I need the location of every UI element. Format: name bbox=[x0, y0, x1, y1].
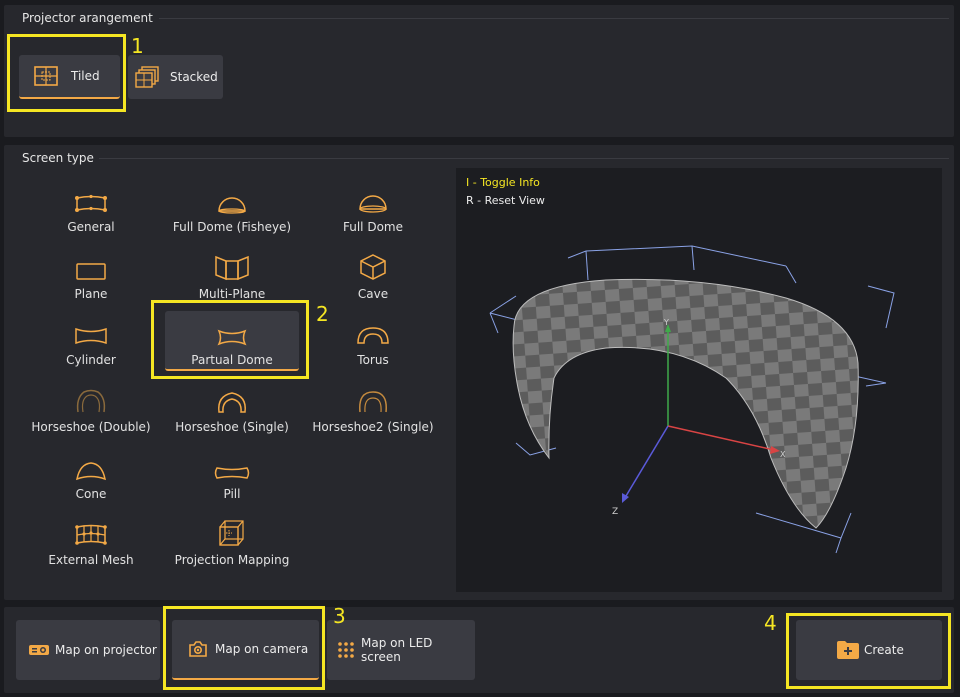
screen-type-general[interactable]: General bbox=[16, 184, 166, 244]
map-on-led-screen-label: Map on LED screen bbox=[361, 636, 433, 664]
led-grid-icon bbox=[337, 641, 355, 659]
screen-type-horseshoe-single[interactable]: Horseshoe (Single) bbox=[157, 384, 307, 444]
projection-mapping-icon bbox=[217, 517, 247, 547]
cylinder-icon bbox=[74, 317, 108, 347]
partial-dome-mesh bbox=[513, 279, 859, 528]
torus-icon bbox=[356, 317, 390, 347]
tiled-icon bbox=[33, 65, 59, 87]
screen-type-label: Cylinder bbox=[66, 353, 116, 367]
multi-plane-icon bbox=[214, 251, 250, 281]
screen-type-full-dome[interactable]: Full Dome bbox=[298, 184, 448, 244]
projector-arrangement-panel: Projector arangement Tiled Stacked bbox=[4, 5, 954, 137]
screen-type-label: Full Dome (Fisheye) bbox=[172, 220, 292, 234]
z-axis bbox=[625, 425, 669, 497]
title-divider bbox=[159, 18, 949, 19]
stacked-button[interactable]: Stacked bbox=[128, 55, 223, 99]
external-mesh-icon bbox=[74, 517, 108, 547]
screen-type-label: Multi-Plane bbox=[198, 287, 266, 301]
viewport-scene: Y X Z bbox=[489, 245, 895, 554]
screen-type-label: Horseshoe (Double) bbox=[31, 420, 151, 434]
x-axis bbox=[667, 425, 775, 451]
screen-type-torus[interactable]: Torus bbox=[298, 317, 448, 377]
tiled-button[interactable]: Tiled bbox=[19, 55, 120, 99]
map-on-projector-button[interactable]: Map on projector bbox=[16, 620, 160, 680]
screen-type-label: Horseshoe2 (Single) bbox=[312, 420, 434, 434]
screen-type-horseshoe-double[interactable]: Horseshoe (Double) bbox=[16, 384, 166, 444]
screen-type-label: Full Dome bbox=[343, 220, 403, 234]
map-on-projector-label: Map on projector bbox=[55, 643, 157, 657]
screen-type-label: Cave bbox=[357, 287, 389, 301]
screen-type-label: External Mesh bbox=[48, 553, 134, 567]
tiled-label: Tiled bbox=[71, 69, 100, 83]
partial-dome-icon bbox=[216, 317, 248, 347]
create-button[interactable]: Create bbox=[796, 620, 942, 680]
screen-type-cylinder[interactable]: Cylinder bbox=[16, 317, 166, 377]
axis-z-label: Z bbox=[612, 507, 618, 517]
horseshoe-single-icon bbox=[215, 384, 249, 414]
screen-type-label: Cone bbox=[75, 487, 107, 501]
stacked-label: Stacked bbox=[170, 70, 218, 84]
screen-type-projection-mapping[interactable]: Projection Mapping bbox=[157, 517, 307, 577]
camera-icon bbox=[188, 641, 208, 657]
plane-icon bbox=[75, 251, 107, 281]
create-label: Create bbox=[864, 643, 904, 657]
axis-x-label: X bbox=[780, 450, 786, 459]
screen-type-label: Plane bbox=[74, 287, 108, 301]
projector-arrangement-title: Projector arangement bbox=[22, 11, 153, 25]
axis-y-label: Y bbox=[663, 318, 669, 327]
screen-type-label: Projection Mapping bbox=[174, 553, 290, 567]
pill-icon bbox=[213, 451, 251, 481]
screen-type-label: General bbox=[67, 220, 115, 234]
map-on-camera-label: Map on camera bbox=[215, 642, 309, 656]
screen-type-pill[interactable]: Pill bbox=[157, 451, 307, 511]
screen-type-full-dome-fisheye[interactable]: Full Dome (Fisheye) bbox=[157, 184, 307, 244]
horseshoe2-single-icon bbox=[356, 384, 390, 414]
screen-type-label: Torus bbox=[357, 353, 389, 367]
new-folder-icon bbox=[836, 640, 860, 660]
3d-preview-viewport[interactable]: I - Toggle Info R - Reset View Y X Z bbox=[456, 168, 942, 592]
screen-type-label: Horseshoe (Single) bbox=[175, 420, 289, 434]
screen-type-partial-dome[interactable]: Partual Dome bbox=[165, 311, 299, 371]
screen-type-external-mesh[interactable]: External Mesh bbox=[16, 517, 166, 577]
callout-2: 2 bbox=[316, 302, 329, 326]
screen-type-label: Pill bbox=[223, 487, 241, 501]
screen-type-label: Partual Dome bbox=[191, 353, 273, 367]
map-on-camera-button[interactable]: Map on camera bbox=[172, 620, 319, 680]
stacked-icon bbox=[134, 65, 160, 89]
cone-icon bbox=[74, 451, 108, 481]
callout-4: 4 bbox=[764, 611, 777, 635]
general-icon bbox=[74, 184, 108, 214]
full-dome-fisheye-icon bbox=[217, 184, 247, 214]
map-on-led-screen-button[interactable]: Map on LED screen bbox=[327, 620, 475, 680]
screen-type-horseshoe2-single[interactable]: Horseshoe2 (Single) bbox=[298, 384, 448, 444]
callout-3: 3 bbox=[333, 604, 346, 628]
projector-icon bbox=[28, 642, 50, 658]
screen-type-title: Screen type bbox=[22, 151, 94, 165]
title-divider bbox=[99, 158, 949, 159]
screen-type-multi-plane[interactable]: Multi-Plane bbox=[157, 251, 307, 311]
horseshoe-double-icon bbox=[74, 384, 108, 414]
screen-type-cone[interactable]: Cone bbox=[16, 451, 166, 511]
callout-1: 1 bbox=[131, 34, 144, 58]
full-dome-icon bbox=[358, 184, 388, 214]
cave-icon bbox=[359, 251, 387, 281]
screen-type-plane[interactable]: Plane bbox=[16, 251, 166, 311]
